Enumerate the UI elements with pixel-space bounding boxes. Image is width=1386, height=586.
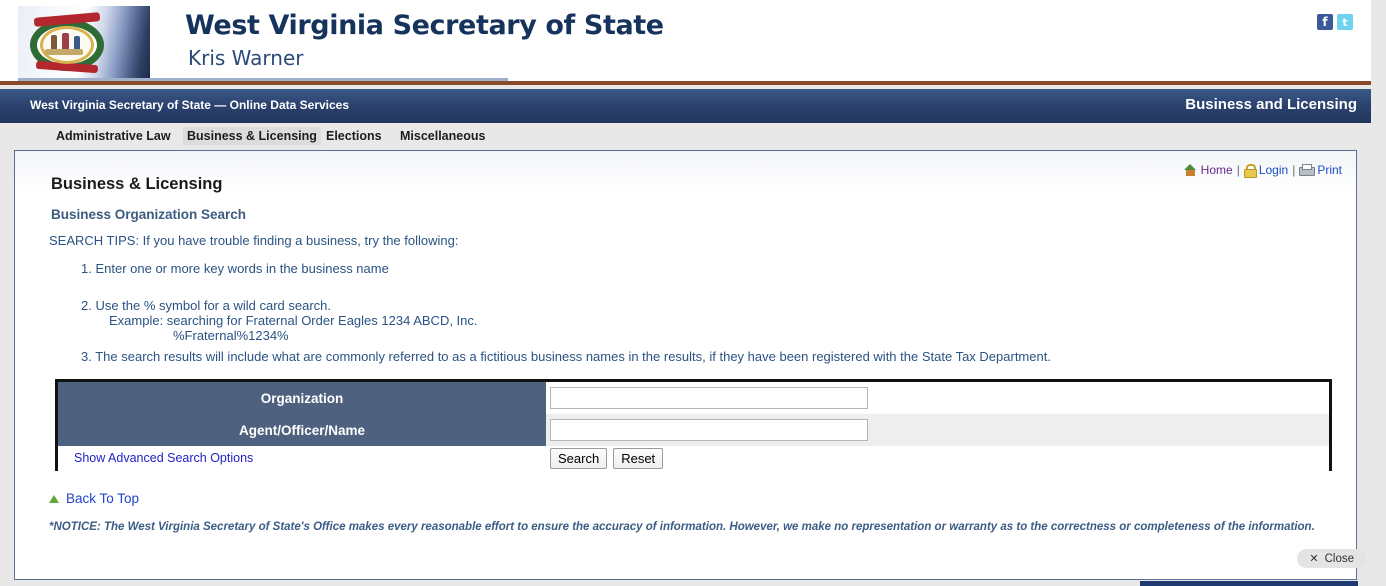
secretary-name: Kris Warner	[188, 46, 304, 70]
login-link[interactable]: Login	[1259, 163, 1288, 177]
printer-icon	[1299, 164, 1316, 176]
search-button[interactable]: Search	[550, 448, 608, 469]
back-to-top[interactable]: Back To Top	[49, 491, 139, 506]
close-button[interactable]: ✕ Close	[1297, 549, 1366, 568]
menu-item-elections[interactable]: Elections	[322, 127, 386, 145]
close-button-label: Close	[1324, 552, 1354, 565]
search-tip-3: 3. The search results will include what …	[81, 349, 1051, 364]
twitter-icon[interactable]: t	[1337, 14, 1353, 30]
site-banner: West Virginia Secretary of State Kris Wa…	[0, 0, 1371, 85]
back-to-top-link[interactable]: Back To Top	[66, 491, 139, 506]
navy-title-bar: West Virginia Secretary of State — Onlin…	[0, 89, 1371, 123]
home-link[interactable]: Home	[1201, 163, 1233, 177]
facebook-icon[interactable]: f	[1317, 14, 1333, 30]
wv-state-flag-seal-icon	[18, 6, 150, 78]
agent-officer-name-input[interactable]	[550, 419, 868, 441]
organization-label: Organization	[58, 382, 546, 414]
site-title: West Virginia Secretary of State	[185, 10, 664, 41]
page-root: West Virginia Secretary of State Kris Wa…	[0, 0, 1386, 586]
page-title: Business & Licensing	[51, 175, 223, 193]
section-title: Business and Licensing	[1185, 96, 1357, 113]
home-icon	[1183, 164, 1197, 176]
menu-item-miscellaneous[interactable]: Miscellaneous	[396, 127, 489, 145]
menu-item-administrative-law[interactable]: Administrative Law	[52, 127, 175, 145]
show-advanced-search-options-link[interactable]: Show Advanced Search Options	[74, 451, 253, 465]
agent-officer-name-row: Agent/Officer/Name	[58, 414, 1329, 446]
print-link[interactable]: Print	[1317, 163, 1342, 177]
lock-icon	[1243, 164, 1257, 178]
search-tip-2: 2. Use the % symbol for a wild card sear…	[81, 298, 331, 313]
disclaimer-notice: *NOTICE: The West Virginia Secretary of …	[49, 521, 1315, 533]
close-x-icon: ✕	[1309, 552, 1319, 565]
search-tip-1: 1. Enter one or more key words in the bu…	[81, 261, 389, 276]
organization-row: Organization	[58, 382, 1329, 414]
page-subtitle: Business Organization Search	[51, 207, 247, 222]
up-arrow-icon	[49, 494, 59, 503]
business-search-form: Organization Agent/Officer/Name Show Adv…	[55, 379, 1332, 472]
bottom-accent-bar	[1140, 581, 1358, 586]
form-buttons: Search Reset	[550, 448, 664, 469]
search-tips-intro: SEARCH TIPS: If you have trouble finding…	[49, 233, 459, 248]
agent-officer-name-label: Agent/Officer/Name	[58, 414, 546, 446]
organization-input[interactable]	[550, 387, 868, 409]
social-links: f t	[1317, 14, 1353, 30]
content-panel: Home | Login | Print Business & Licensin…	[14, 150, 1357, 580]
utility-separator-2: |	[1292, 163, 1296, 177]
menu-item-business-licensing[interactable]: Business & Licensing	[183, 127, 321, 145]
reset-button[interactable]: Reset	[613, 448, 664, 469]
utility-separator-1: |	[1236, 163, 1240, 177]
search-tip-2-example: Example: searching for Fraternal Order E…	[109, 313, 478, 328]
online-data-services-label: West Virginia Secretary of State — Onlin…	[30, 98, 350, 112]
utility-links: Home | Login | Print	[1183, 163, 1342, 178]
form-actions-row: Show Advanced Search Options Search Rese…	[58, 446, 1329, 472]
right-gutter	[1371, 0, 1386, 586]
main-menu: Administrative Law Business & Licensing …	[0, 123, 1371, 149]
search-tip-2-pattern: %Fraternal%1234%	[173, 328, 289, 343]
banner-divider	[18, 78, 508, 81]
